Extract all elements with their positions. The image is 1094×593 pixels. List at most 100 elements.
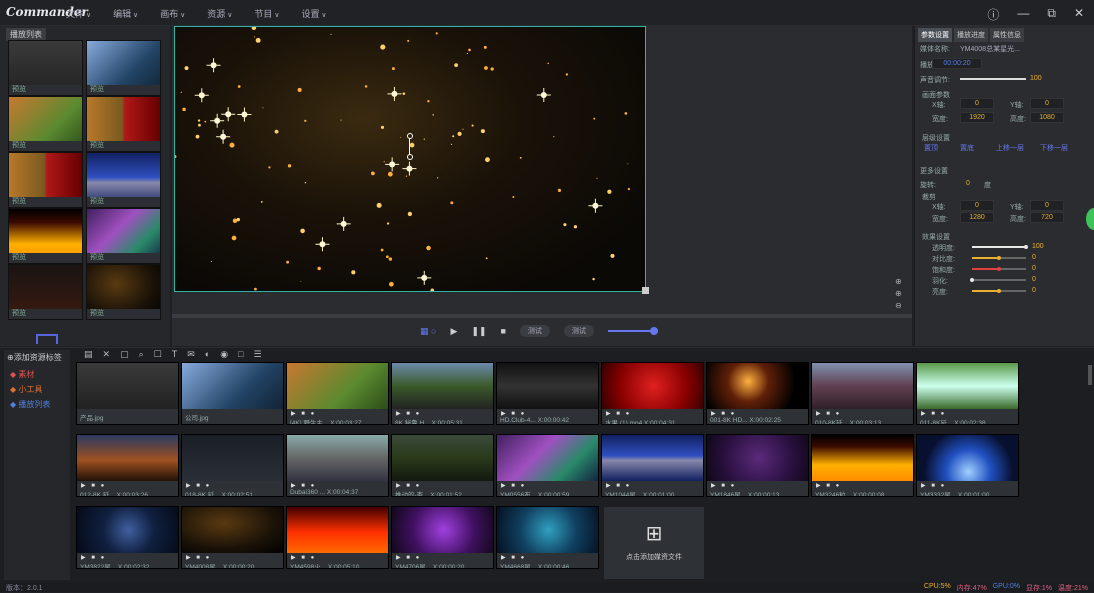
grid-icon[interactable]: ▦ ○ [420, 326, 436, 337]
playlist-thumb[interactable]: 预览 [86, 40, 161, 96]
media-play-icon[interactable]: ▶ ■ ● [396, 554, 421, 561]
height-field[interactable]: 1080 [1030, 112, 1064, 123]
pos-y-field[interactable]: 0 [1030, 98, 1064, 109]
add-media-button[interactable]: ⊞ 点击添加媒资文件 [604, 507, 704, 579]
playlist-thumb[interactable]: 预览 [86, 152, 161, 208]
media-cell[interactable]: ▶ ■ ● YM0556布... X:00:00:59 [496, 434, 599, 497]
resize-handle-icon[interactable] [642, 287, 649, 294]
media-cell[interactable]: ▶ ■ ● YM3246粒... X:00:00:08 [811, 434, 914, 497]
media-play-icon[interactable]: ▶ ■ ● [606, 410, 631, 417]
media-cell[interactable]: ▶ ■ ● [4K] 野生主... X:00:03:27 [286, 362, 389, 425]
media-play-icon[interactable]: ▶ ■ ● [186, 482, 211, 489]
toolbar-icon[interactable]: □ [238, 349, 243, 360]
media-cell[interactable]: ▶ ■ ● 水果 (1).mp4 X:00:04:31 [601, 362, 704, 425]
menu-edit[interactable]: 编辑 [113, 7, 138, 20]
playlist-thumb[interactable]: 预览 [86, 208, 161, 264]
media-play-icon[interactable]: ▶ ■ ● [711, 482, 736, 489]
media-play-icon[interactable]: ▶ ■ ● [501, 554, 526, 561]
media-cell[interactable]: 公司.jpg [181, 362, 284, 425]
layer-button-0[interactable]: 置顶 [924, 143, 938, 153]
tab-info[interactable]: 属性信息 [990, 28, 1024, 42]
media-cell[interactable]: ▶ ■ ● YM4008星... X:00:00:20 [181, 506, 284, 569]
media-cell[interactable]: ▶ ■ ● 011-8K延... X:00:02:38 [916, 362, 1019, 425]
media-play-icon[interactable]: ▶ ■ ● [816, 410, 841, 417]
volume-prop-slider[interactable] [960, 78, 1026, 80]
playlist-add-icon[interactable] [36, 334, 58, 344]
library-scrollbar[interactable] [1088, 365, 1092, 385]
pause-icon[interactable]: ❚❚ [471, 326, 486, 337]
media-cell[interactable]: ▶ ■ ● Dubai360 ... X:00:04:37 [286, 434, 389, 497]
media-play-icon[interactable]: ▶ ■ ● [921, 482, 946, 489]
crop-x-field[interactable]: 0 [960, 200, 994, 211]
width-field[interactable]: 1920 [960, 112, 994, 123]
tab-progress[interactable]: 播放进度 [954, 28, 988, 42]
playlist-thumb[interactable]: 预览 [8, 152, 83, 208]
media-play-icon[interactable]: ▶ ■ ● [81, 482, 106, 489]
playlist-thumb[interactable]: 预览 [8, 208, 83, 264]
layer-button-3[interactable]: 下移一层 [1040, 143, 1068, 153]
menu-settings[interactable]: 设置 [301, 7, 326, 20]
zoom-out-icon[interactable]: ⊖ [895, 300, 902, 312]
media-play-icon[interactable]: ▶ ■ ● [606, 482, 631, 489]
layer-button-1[interactable]: 置底 [960, 143, 974, 153]
playlist-thumb[interactable]: 预览 [86, 264, 161, 320]
library-side-item[interactable]: ◆ 播放列表 [7, 397, 67, 412]
crop-y-field[interactable]: 0 [1030, 200, 1064, 211]
media-play-icon[interactable]: ▶ ■ ● [711, 410, 736, 417]
toolbar-icon[interactable]: ▢ [120, 349, 129, 360]
media-cell[interactable]: ▶ ■ ● 8K 秘鲁 H... X:00:05:31 [391, 362, 494, 425]
transform-handle-icon[interactable] [407, 133, 413, 139]
pos-x-field[interactable]: 0 [960, 98, 994, 109]
media-cell[interactable]: ▶ ■ ● 推动的-杏... X:00:01:52 [391, 434, 494, 497]
effect-slider-3[interactable] [972, 279, 1026, 281]
effect-knob-0[interactable] [1024, 245, 1028, 249]
media-cell[interactable]: ▶ ■ ● YM3822星... X:00:02:32 [76, 506, 179, 569]
media-cell[interactable]: ▶ ■ ● YM3332星... X:00:01:00 [916, 434, 1019, 497]
minimize-icon[interactable]: — [1017, 6, 1029, 23]
playlist-thumb[interactable]: 预览 [8, 264, 83, 320]
restore-icon[interactable]: ⧉ [1047, 6, 1056, 23]
media-cell[interactable]: ▶ ■ ● HD.Club-4... X:00:00:42 [496, 362, 599, 425]
media-play-icon[interactable]: ▶ ■ ● [291, 410, 316, 417]
media-play-icon[interactable]: ▶ ■ ● [396, 410, 421, 417]
media-play-icon[interactable]: ▶ ■ ● [501, 410, 526, 417]
media-cell[interactable]: ▶ ■ ● 012-8K 延... X:00:03:26 [76, 434, 179, 497]
media-play-icon[interactable]: ▶ ■ ● [816, 482, 841, 489]
media-play-icon[interactable]: ▶ ■ ● [396, 482, 421, 489]
test-button-1[interactable]: 测试 [519, 325, 550, 337]
effect-knob-2[interactable] [997, 267, 1001, 271]
stop-icon[interactable]: ■ [500, 326, 505, 336]
media-cell[interactable]: ▶ ■ ● 010-8K延... X:00:03:13 [811, 362, 914, 425]
toolbar-icon[interactable]: ⌕ [139, 349, 144, 360]
anchor-handle-icon[interactable] [407, 154, 413, 160]
media-cell[interactable]: ▶ ■ ● YM4598火... X:00:05:10 [286, 506, 389, 569]
media-cell[interactable]: ▶ ■ ● YM1044星... X:00:01:00 [601, 434, 704, 497]
add-tag-button[interactable]: ⊕添加资源标签 [4, 350, 70, 365]
toolbar-icon[interactable]: ✉ [187, 349, 195, 360]
media-cell[interactable]: ▶ ■ ● 001-8K HD... X:00:02:25 [706, 362, 809, 425]
media-play-icon[interactable]: ▶ ■ ● [186, 554, 211, 561]
playlist-thumb[interactable]: 预览 [86, 96, 161, 152]
toolbar-icon[interactable]: ▤ [84, 349, 93, 360]
effect-knob-4[interactable] [997, 289, 1001, 293]
toolbar-icon[interactable]: ☰ [253, 349, 261, 360]
media-cell[interactable]: ▶ ■ ● 018-8K 延... X:00:02:51 [181, 434, 284, 497]
library-side-item[interactable]: ◆ 素材 [7, 367, 67, 382]
playlist-thumb[interactable]: 预览 [8, 96, 83, 152]
toolbar-icon[interactable]: T [172, 349, 178, 360]
media-cell[interactable]: ▶ ■ ● YM1846星... X:00:00:13 [706, 434, 809, 497]
media-play-icon[interactable]: ▶ ■ ● [921, 410, 946, 417]
toolbar-icon[interactable]: ◐ [205, 349, 210, 360]
toolbar-icon[interactable]: ✕ [103, 349, 111, 360]
crop-width-field[interactable]: 1280 [960, 212, 994, 223]
test-button-2[interactable]: 测试 [563, 325, 594, 337]
media-cell[interactable]: 产品.jpg [76, 362, 179, 425]
effect-knob-1[interactable] [997, 256, 1001, 260]
tab-params[interactable]: 参数设置 [918, 28, 952, 42]
media-cell[interactable]: ▶ ■ ● YM4668星... X:00:00:46 [496, 506, 599, 569]
media-play-icon[interactable]: ▶ ■ ● [291, 554, 316, 561]
media-cell[interactable]: ▶ ■ ● YM4706星... X:00:00:20 [391, 506, 494, 569]
effect-knob-3[interactable] [970, 278, 974, 282]
layer-button-2[interactable]: 上移一层 [996, 143, 1024, 153]
preview-canvas[interactable] [174, 26, 646, 292]
